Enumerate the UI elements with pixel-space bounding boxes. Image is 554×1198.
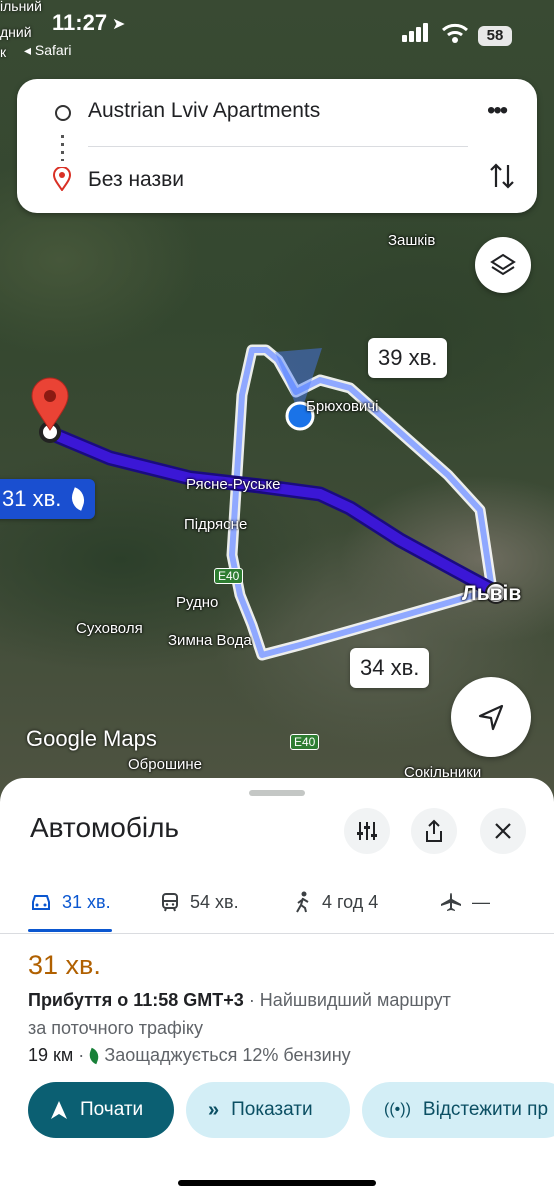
close-button[interactable] <box>480 808 526 854</box>
route-time-alt1[interactable]: 39 хв. <box>368 338 448 378</box>
bg-text-2: дний <box>0 24 32 40</box>
double-chevron-icon: » <box>208 1098 220 1121</box>
clock: 11:27 <box>52 10 108 35</box>
home-indicator[interactable] <box>178 1180 376 1186</box>
start-button-label: Почати <box>80 1099 144 1120</box>
map-label-briukhovychi: Брюховичі <box>306 398 379 415</box>
tab-transit-label: 54 хв. <box>190 891 239 912</box>
back-to-safari[interactable]: ◂ Safari <box>24 42 72 59</box>
flight-icon <box>441 893 461 911</box>
google-maps-logo: Google Maps <box>26 726 157 751</box>
car-icon <box>32 895 50 910</box>
back-app-label: Safari <box>34 42 72 58</box>
route-duration: 31 хв. <box>28 950 101 980</box>
more-options-icon[interactable]: ••• <box>487 97 508 125</box>
route-time-main[interactable]: 31 хв. <box>0 479 96 519</box>
preview-button-label: Показати <box>231 1099 313 1120</box>
field-divider <box>88 146 468 147</box>
separator-dot: · <box>78 1045 85 1065</box>
arrival-time: Прибуття о 11:58 GMT+3 <box>28 990 244 1010</box>
route-options-button[interactable] <box>344 808 390 854</box>
tab-car[interactable]: 31 хв. <box>30 878 111 926</box>
wifi-icon <box>442 23 468 43</box>
close-icon <box>495 823 511 839</box>
share-button[interactable] <box>411 808 457 854</box>
tab-walk[interactable]: 4 год 4 <box>294 878 378 926</box>
map-label-zashkiv: Зашків <box>388 232 436 249</box>
arrival-info: Прибуття о 11:58 GMT+3 · Найшвидший марш… <box>28 990 451 1011</box>
navigation-arrow-icon <box>478 704 504 731</box>
leaf-icon <box>68 487 89 511</box>
signal-icon <box>402 23 428 42</box>
transit-icon <box>162 893 178 912</box>
origin-field[interactable]: Austrian Lviv Apartments <box>88 99 320 123</box>
destination-pin-icon <box>53 167 71 191</box>
bg-text-1: ільний <box>0 0 42 14</box>
eco-leaf-icon <box>87 1047 102 1065</box>
tab-flight[interactable]: — <box>440 878 490 926</box>
alt-route-line <box>229 347 495 658</box>
sheet-handle[interactable] <box>249 790 305 796</box>
route-dots-icon <box>61 135 64 161</box>
map-label-zymna-voda: Зимна Вода <box>168 632 252 649</box>
swap-icon[interactable] <box>490 161 514 191</box>
preview-button[interactable]: » Показати <box>186 1082 350 1138</box>
active-tab-indicator <box>28 929 112 932</box>
options-sliders-icon <box>357 822 377 840</box>
destination-field[interactable]: Без назви <box>88 168 184 192</box>
route-time-alt2[interactable]: 34 хв. <box>350 648 430 688</box>
map-label-pidriasne: Підрясне <box>184 516 248 533</box>
map-label-obroshyne: Оброшине <box>128 756 202 773</box>
location-arrow-icon: ➤ <box>112 16 126 33</box>
map-label-rudno: Рудно <box>176 594 219 611</box>
status-bar: ільний дний к 11:27 ➤ ◂ Safari 58 <box>0 0 554 60</box>
tab-flight-label: — <box>472 891 490 912</box>
route-distance: 19 км <box>28 1045 74 1065</box>
layers-icon <box>490 253 516 276</box>
layers-button[interactable] <box>475 237 531 293</box>
fuel-savings: Заощаджується 12% бензину <box>104 1045 351 1065</box>
directions-sheet: Автомобіль 31 хв. 54 хв. 4 год 4 — 31 хв… <box>0 778 554 1198</box>
live-share-icon: ((•)) <box>384 1101 411 1118</box>
route-time-main-label: 31 хв. <box>2 486 62 511</box>
tab-transit[interactable]: 54 хв. <box>160 878 239 926</box>
road-shield-e40-2: E40 <box>290 734 320 750</box>
start-button[interactable]: Почати <box>28 1082 174 1138</box>
bg-text-3: к <box>0 44 7 60</box>
tab-car-label: 31 хв. <box>62 891 111 912</box>
map-label-riasne: Рясне-Руське <box>186 476 281 493</box>
pin-marker <box>31 377 69 431</box>
battery-indicator: 58 <box>478 26 512 46</box>
map-label-lviv: Львів <box>462 582 522 605</box>
tabs-divider <box>0 933 554 934</box>
route-quality: · Найшвидший маршрут <box>243 990 451 1010</box>
road-shield-e40: E40 <box>214 568 244 584</box>
recenter-button[interactable] <box>451 677 531 757</box>
distance-info: 19 км · Заощаджується 12% бензину <box>28 1045 351 1066</box>
walk-icon <box>296 891 309 913</box>
origin-circle-icon <box>55 105 71 121</box>
tab-walk-label: 4 год 4 <box>322 891 379 912</box>
track-button-label: Відстежити пр <box>422 1099 549 1120</box>
directions-card: Austrian Lviv Apartments Без назви ••• <box>17 79 537 213</box>
map-label-sukhovolia: Суховоля <box>76 620 143 637</box>
traffic-note: за поточного трафіку <box>28 1018 203 1038</box>
track-button[interactable]: ((•)) Відстежити пр <box>362 1082 554 1138</box>
sheet-title: Автомобіль <box>30 812 180 843</box>
share-icon <box>426 819 442 842</box>
navigation-start-icon <box>51 1101 67 1119</box>
